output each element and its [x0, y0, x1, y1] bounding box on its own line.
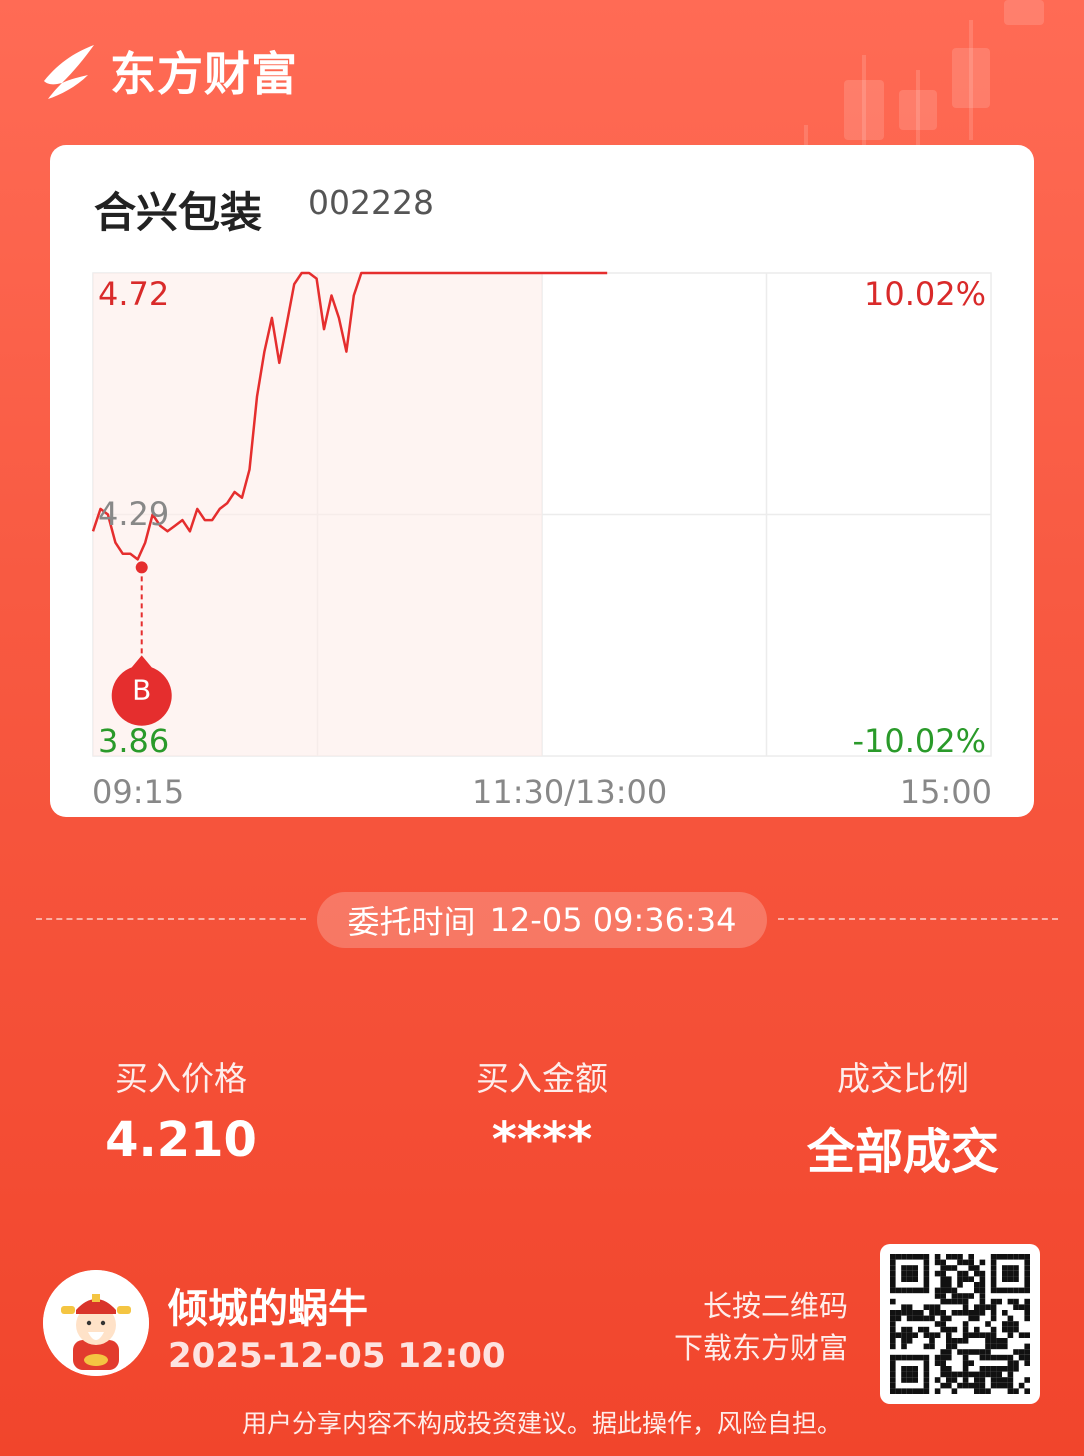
buy-marker-label: B	[132, 673, 151, 706]
stat-fill-ratio-label: 成交比例	[837, 1059, 969, 1098]
x-label-close: 15:00	[899, 773, 992, 811]
disclaimer: 用户分享内容不构成投资建议。据此操作，风险自担。	[241, 1409, 842, 1438]
stock-chart-card[interactable]: B 合兴包装 002228 4.72 4.29 3.86 10.02% -10.…	[50, 145, 1034, 817]
qr-hint: 长按二维码 下载东方财富	[674, 1285, 848, 1369]
x-label-open: 09:15	[92, 773, 185, 811]
stat-buy-price-value: 4.210	[105, 1112, 257, 1168]
avatar[interactable]	[43, 1270, 149, 1376]
user-name: 倾城的蜗牛	[168, 1286, 368, 1332]
divider-left	[36, 918, 306, 920]
y-label-low: 3.86	[98, 722, 170, 760]
app-name: 东方财富	[110, 47, 298, 101]
divider-right	[778, 918, 1058, 920]
qr-hint-line2: 下载东方财富	[673, 1331, 848, 1365]
buy-marker-dot	[135, 561, 148, 574]
stat-buy-amount: 买入金额 ****	[362, 1052, 722, 1168]
app-logo: 东方财富	[40, 38, 298, 104]
stat-buy-price: 买入价格 4.210	[1, 1052, 361, 1168]
eastmoney-logo-icon	[44, 45, 94, 99]
y-label-high: 4.72	[98, 275, 170, 313]
share-date: 2025-12-05 12:00	[168, 1336, 506, 1376]
stat-fill-ratio-value: 全部成交	[806, 1124, 999, 1180]
qr-hint-line1: 长按二维码	[702, 1289, 848, 1323]
qr-code-icon	[890, 1254, 1030, 1394]
stat-buy-amount-label: 买入金额	[476, 1059, 608, 1098]
stat-fill-ratio: 成交比例 全部成交	[723, 1052, 1083, 1182]
order-time-label: 委托时间	[347, 903, 476, 941]
stock-name: 合兴包装	[94, 188, 263, 237]
order-time-pill: 委托时间 12-05 09:36:34	[317, 892, 767, 948]
order-time-value: 12-05 09:36:34	[489, 901, 737, 939]
stat-buy-price-label: 买入价格	[115, 1059, 247, 1098]
pct-label-high: 10.02%	[863, 275, 986, 313]
qr-code[interactable]	[880, 1244, 1040, 1404]
stat-buy-amount-value: ****	[491, 1112, 593, 1168]
x-label-midday: 11:30/13:00	[472, 773, 668, 811]
intraday-chart: B	[91, 271, 992, 757]
y-label-mid: 4.29	[98, 495, 170, 533]
cartoon-fortune-god-avatar	[43, 1270, 149, 1376]
pct-label-low: -10.02%	[852, 722, 986, 760]
stock-code: 002228	[308, 183, 434, 222]
